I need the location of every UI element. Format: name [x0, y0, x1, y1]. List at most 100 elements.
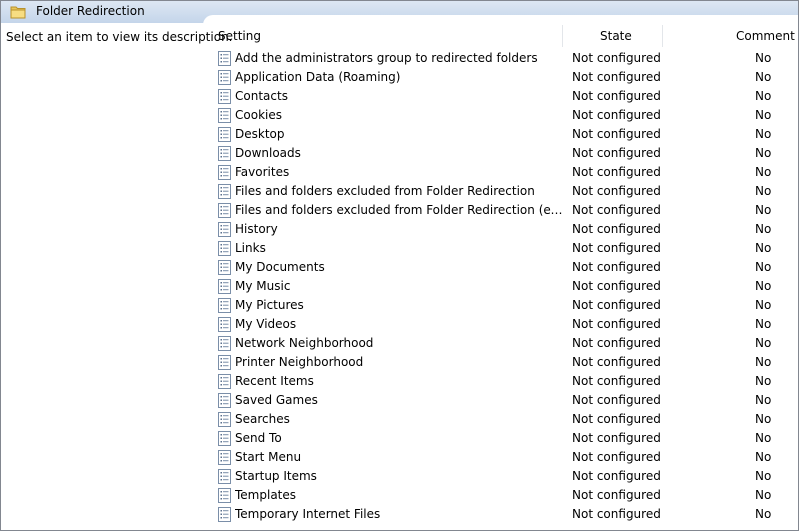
policy-setting-icon	[218, 89, 231, 104]
setting-comment: No	[755, 450, 772, 464]
policy-setting-icon	[218, 450, 231, 465]
table-row[interactable]: Files and folders excluded from Folder R…	[217, 201, 797, 220]
table-row[interactable]: Add the administrators group to redirect…	[217, 49, 797, 68]
setting-name[interactable]: Start Menu	[235, 450, 563, 464]
setting-state: Not configured	[572, 317, 661, 331]
column-header-comment[interactable]: Comment	[736, 29, 795, 43]
setting-state: Not configured	[572, 374, 661, 388]
table-row[interactable]: Network Neighborhood Not configured No	[217, 334, 797, 353]
table-row[interactable]: Startup Items Not configured No	[217, 467, 797, 486]
setting-comment: No	[755, 507, 772, 521]
policy-setting-icon	[218, 469, 231, 484]
setting-comment: No	[755, 165, 772, 179]
setting-name[interactable]: Recent Items	[235, 374, 563, 388]
policy-setting-icon	[218, 108, 231, 123]
setting-state: Not configured	[572, 241, 661, 255]
table-row[interactable]: Contacts Not configured No	[217, 87, 797, 106]
table-row[interactable]: Favorites Not configured No	[217, 163, 797, 182]
policy-setting-icon	[218, 184, 231, 199]
setting-name[interactable]: My Documents	[235, 260, 563, 274]
setting-comment: No	[755, 260, 772, 274]
setting-name[interactable]: History	[235, 222, 563, 236]
table-row[interactable]: My Videos Not configured No	[217, 315, 797, 334]
setting-name[interactable]: Network Neighborhood	[235, 336, 563, 350]
policy-setting-icon	[218, 241, 231, 256]
setting-name[interactable]: Application Data (Roaming)	[235, 70, 563, 84]
policy-setting-icon	[218, 51, 231, 66]
setting-comment: No	[755, 203, 772, 217]
policy-setting-icon	[218, 317, 231, 332]
setting-name[interactable]: Desktop	[235, 127, 563, 141]
table-row[interactable]: Recent Items Not configured No	[217, 372, 797, 391]
setting-name[interactable]: Printer Neighborhood	[235, 355, 563, 369]
setting-comment: No	[755, 70, 772, 84]
setting-state: Not configured	[572, 431, 661, 445]
table-row[interactable]: Printer Neighborhood Not configured No	[217, 353, 797, 372]
setting-name[interactable]: My Music	[235, 279, 563, 293]
policy-setting-icon	[218, 165, 231, 180]
policy-setting-icon	[218, 374, 231, 389]
setting-comment: No	[755, 488, 772, 502]
setting-state: Not configured	[572, 279, 661, 293]
table-row[interactable]: Cookies Not configured No	[217, 106, 797, 125]
table-row[interactable]: Files and folders excluded from Folder R…	[217, 182, 797, 201]
setting-name[interactable]: Files and folders excluded from Folder R…	[235, 184, 563, 198]
setting-comment: No	[755, 412, 772, 426]
table-row[interactable]: My Pictures Not configured No	[217, 296, 797, 315]
setting-state: Not configured	[572, 488, 661, 502]
setting-state: Not configured	[572, 127, 661, 141]
setting-state: Not configured	[572, 184, 661, 198]
setting-name[interactable]: Temporary Internet Files	[235, 507, 563, 521]
setting-name[interactable]: Startup Items	[235, 469, 563, 483]
setting-name[interactable]: Links	[235, 241, 563, 255]
setting-name[interactable]: Send To	[235, 431, 563, 445]
setting-state: Not configured	[572, 336, 661, 350]
table-row[interactable]: Temporary Internet Files Not configured No	[217, 505, 797, 524]
policy-pane: Folder Redirection Select an item to vie…	[0, 0, 799, 531]
setting-name[interactable]: Cookies	[235, 108, 563, 122]
table-row[interactable]: Templates Not configured No	[217, 486, 797, 505]
table-row[interactable]: Application Data (Roaming) Not configured…	[217, 68, 797, 87]
column-divider[interactable]	[662, 25, 663, 47]
table-row[interactable]: Links Not configured No	[217, 239, 797, 258]
setting-comment: No	[755, 108, 772, 122]
table-row[interactable]: Saved Games Not configured No	[217, 391, 797, 410]
setting-state: Not configured	[572, 412, 661, 426]
setting-comment: No	[755, 184, 772, 198]
policy-setting-icon	[218, 279, 231, 294]
setting-name[interactable]: Contacts	[235, 89, 563, 103]
table-row[interactable]: My Documents Not configured No	[217, 258, 797, 277]
setting-state: Not configured	[572, 260, 661, 274]
setting-name[interactable]: Downloads	[235, 146, 563, 160]
column-header-state[interactable]: State	[600, 29, 632, 43]
setting-state: Not configured	[572, 393, 661, 407]
setting-state: Not configured	[572, 51, 661, 65]
table-row[interactable]: History Not configured No	[217, 220, 797, 239]
policy-setting-icon	[218, 298, 231, 313]
table-row[interactable]: Desktop Not configured No	[217, 125, 797, 144]
settings-list: Add the administrators group to redirect…	[217, 49, 797, 524]
column-divider[interactable]	[562, 25, 563, 47]
setting-name[interactable]: My Pictures	[235, 298, 563, 312]
table-row[interactable]: My Music Not configured No	[217, 277, 797, 296]
header-title: Folder Redirection	[36, 4, 145, 18]
setting-name[interactable]: Favorites	[235, 165, 563, 179]
setting-comment: No	[755, 241, 772, 255]
setting-name[interactable]: Searches	[235, 412, 563, 426]
setting-comment: No	[755, 298, 772, 312]
table-row[interactable]: Searches Not configured No	[217, 410, 797, 429]
setting-name[interactable]: Saved Games	[235, 393, 563, 407]
setting-name[interactable]: Templates	[235, 488, 563, 502]
policy-setting-icon	[218, 393, 231, 408]
setting-comment: No	[755, 89, 772, 103]
setting-name[interactable]: Files and folders excluded from Folder R…	[235, 203, 563, 217]
setting-comment: No	[755, 374, 772, 388]
column-header-setting[interactable]: Setting	[218, 29, 261, 43]
table-row[interactable]: Start Menu Not configured No	[217, 448, 797, 467]
table-row[interactable]: Downloads Not configured No	[217, 144, 797, 163]
setting-name[interactable]: My Videos	[235, 317, 563, 331]
setting-name[interactable]: Add the administrators group to redirect…	[235, 51, 563, 65]
policy-setting-icon	[218, 336, 231, 351]
policy-setting-icon	[218, 412, 231, 427]
table-row[interactable]: Send To Not configured No	[217, 429, 797, 448]
